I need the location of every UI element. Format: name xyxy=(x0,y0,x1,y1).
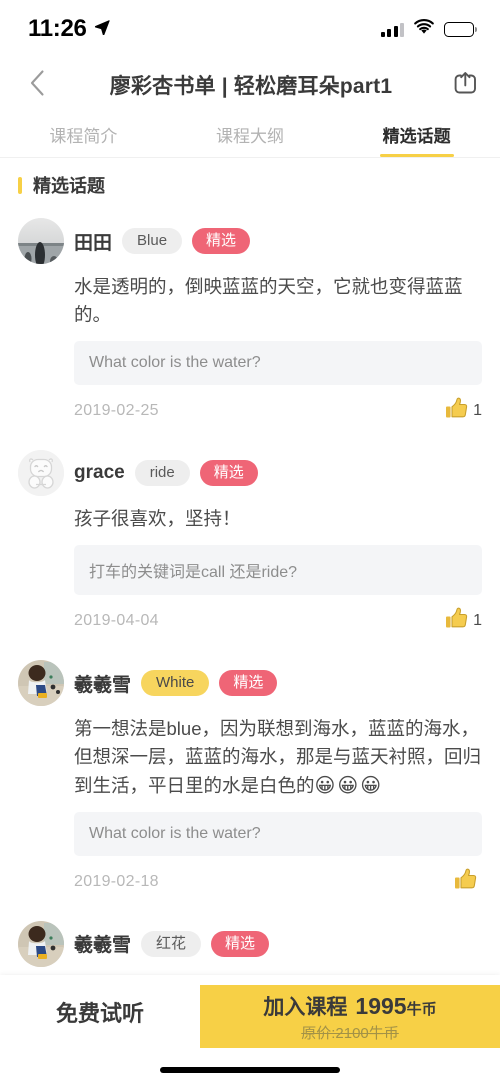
comment-text: 孩子很喜欢，坚持！ xyxy=(74,508,241,530)
tab-featured-topics[interactable]: 精选话题 xyxy=(333,112,500,157)
comment-question: What color is the water? xyxy=(74,811,482,856)
original-price: 原价:2100牛币 xyxy=(301,1024,399,1042)
comment-body: 第一想法是blue，因为联想到海水，蓝蓝的海水，但想深一层，蓝蓝的海水，那是与蓝… xyxy=(18,706,482,910)
status-bar: 11:26 xyxy=(0,0,500,58)
comment-footer: 2019-02-18 xyxy=(74,856,482,911)
thumbs-up-icon xyxy=(444,396,469,426)
avatar[interactable] xyxy=(18,920,64,967)
comment-header: 羲羲雪 White 精选 xyxy=(18,660,482,707)
avatar[interactable] xyxy=(18,450,64,497)
comment-date: 2019-02-25 xyxy=(74,402,159,420)
nav-header: 廖彩杏书单 | 轻松磨耳朵part1 xyxy=(0,58,500,112)
comment-date: 2019-02-18 xyxy=(74,872,159,890)
comment-username: 田田 xyxy=(74,232,113,254)
comment-item: 羲羲雪 White 精选 第一想法是blue，因为联想到海水，蓝蓝的海水，但想深… xyxy=(0,650,500,910)
join-course-currency: 牛币 xyxy=(406,1000,437,1018)
free-trial-button[interactable]: 免费试听 xyxy=(0,975,200,1048)
child-photo-avatar xyxy=(18,660,64,707)
status-bar-left: 11:26 xyxy=(28,15,110,43)
comment-header: 田田 Blue 精选 xyxy=(18,218,482,264)
landscape-photo-avatar xyxy=(18,218,64,264)
child-photo-avatar xyxy=(18,920,64,967)
cartoon-character-avatar xyxy=(18,450,64,497)
content-scroll-area[interactable]: 精选话题 田田 Blue 精选 水是透明的，倒映蓝蓝的天空，它就也变得蓝蓝的。 … xyxy=(0,158,500,1082)
comment-username: 羲羲雪 xyxy=(74,935,132,957)
chevron-left-icon xyxy=(30,69,45,101)
thumbs-up-icon xyxy=(444,606,469,636)
status-time: 11:26 xyxy=(28,15,87,42)
section-accent-bar xyxy=(18,176,22,194)
wifi-icon xyxy=(413,18,435,40)
comment-item: 田田 Blue 精选 水是透明的，倒映蓝蓝的天空，它就也变得蓝蓝的。 What … xyxy=(0,208,500,440)
home-indicator xyxy=(160,1067,340,1073)
featured-badge: 精选 xyxy=(211,930,270,957)
comment-item: grace ride 精选 孩子很喜欢，坚持！ 打车的关键词是call 还是ri… xyxy=(0,440,500,650)
join-course-price-group: 1995牛币 xyxy=(355,993,436,1020)
comment-body: 孩子很喜欢，坚持！ 打车的关键词是call 还是ride? 2019-04-04… xyxy=(18,496,482,650)
like-button[interactable] xyxy=(453,867,482,897)
comment-header: grace ride 精选 xyxy=(18,450,482,497)
featured-badge: 精选 xyxy=(219,670,278,697)
comment-tag: 红花 xyxy=(141,930,202,957)
comment-item: 羲羲雪 红花 精选 xyxy=(0,911,500,967)
comment-text: 水是透明的，倒映蓝蓝的天空，它就也变得蓝蓝的。 xyxy=(74,276,463,326)
tab-course-outline[interactable]: 课程大纲 xyxy=(167,112,334,157)
like-button[interactable]: 1 xyxy=(444,396,482,426)
section-header: 精选话题 xyxy=(0,158,500,208)
tab-course-intro[interactable]: 课程简介 xyxy=(0,112,167,157)
avatar[interactable] xyxy=(18,660,64,707)
section-title: 精选话题 xyxy=(33,176,105,196)
avatar[interactable] xyxy=(18,218,64,264)
comment-text: 第一想法是blue，因为联想到海水，蓝蓝的海水，但想深一层，蓝蓝的海水，那是与蓝… xyxy=(74,718,482,797)
cellular-signal-icon xyxy=(380,22,404,37)
join-course-main-label: 加入课程 1995牛币 xyxy=(263,991,436,1021)
comment-emojis: 😀😀😀 xyxy=(314,774,384,797)
comment-username: 羲羲雪 xyxy=(74,674,132,696)
comment-question: 打车的关键词是call 还是ride? xyxy=(74,545,482,596)
comment-tag: Blue xyxy=(122,228,183,254)
join-course-text: 加入课程 xyxy=(263,995,348,1019)
thumbs-up-icon xyxy=(453,867,478,897)
featured-badge: 精选 xyxy=(192,228,251,254)
app-root: 11:26 廖彩杏书单 | 轻松磨耳朵part1 课程简介 课程大纲 精选话题 … xyxy=(0,0,500,1082)
comment-tag: White xyxy=(141,670,210,697)
like-count: 1 xyxy=(473,612,482,630)
comment-question: What color is the water? xyxy=(74,341,482,386)
status-bar-right xyxy=(380,18,477,40)
battery-icon xyxy=(444,21,477,37)
share-button[interactable] xyxy=(448,68,482,102)
location-arrow-icon xyxy=(94,19,110,40)
featured-badge: 精选 xyxy=(199,460,258,487)
tab-bar: 课程简介 课程大纲 精选话题 xyxy=(0,112,500,158)
comment-tag: ride xyxy=(134,460,190,487)
like-button[interactable]: 1 xyxy=(444,606,482,636)
comment-footer: 2019-04-04 1 xyxy=(74,595,482,650)
back-button[interactable] xyxy=(20,68,54,102)
comment-body: 水是透明的，倒映蓝蓝的天空，它就也变得蓝蓝的。 What color is th… xyxy=(18,264,482,440)
join-course-button[interactable]: 加入课程 1995牛币 原价:2100牛币 xyxy=(200,985,500,1048)
comment-username: grace xyxy=(74,462,125,484)
share-icon xyxy=(451,69,479,102)
join-course-price: 1995 xyxy=(355,992,407,1019)
comment-footer: 2019-02-25 1 xyxy=(74,385,482,440)
comment-header: 羲羲雪 红花 精选 xyxy=(18,920,482,967)
comment-date: 2019-04-04 xyxy=(74,612,159,630)
like-count: 1 xyxy=(473,402,482,420)
bottom-action-bar: 免费试听 加入课程 1995牛币 原价:2100牛币 xyxy=(0,975,500,1082)
page-title: 廖彩杏书单 | 轻松磨耳朵part1 xyxy=(109,75,393,98)
